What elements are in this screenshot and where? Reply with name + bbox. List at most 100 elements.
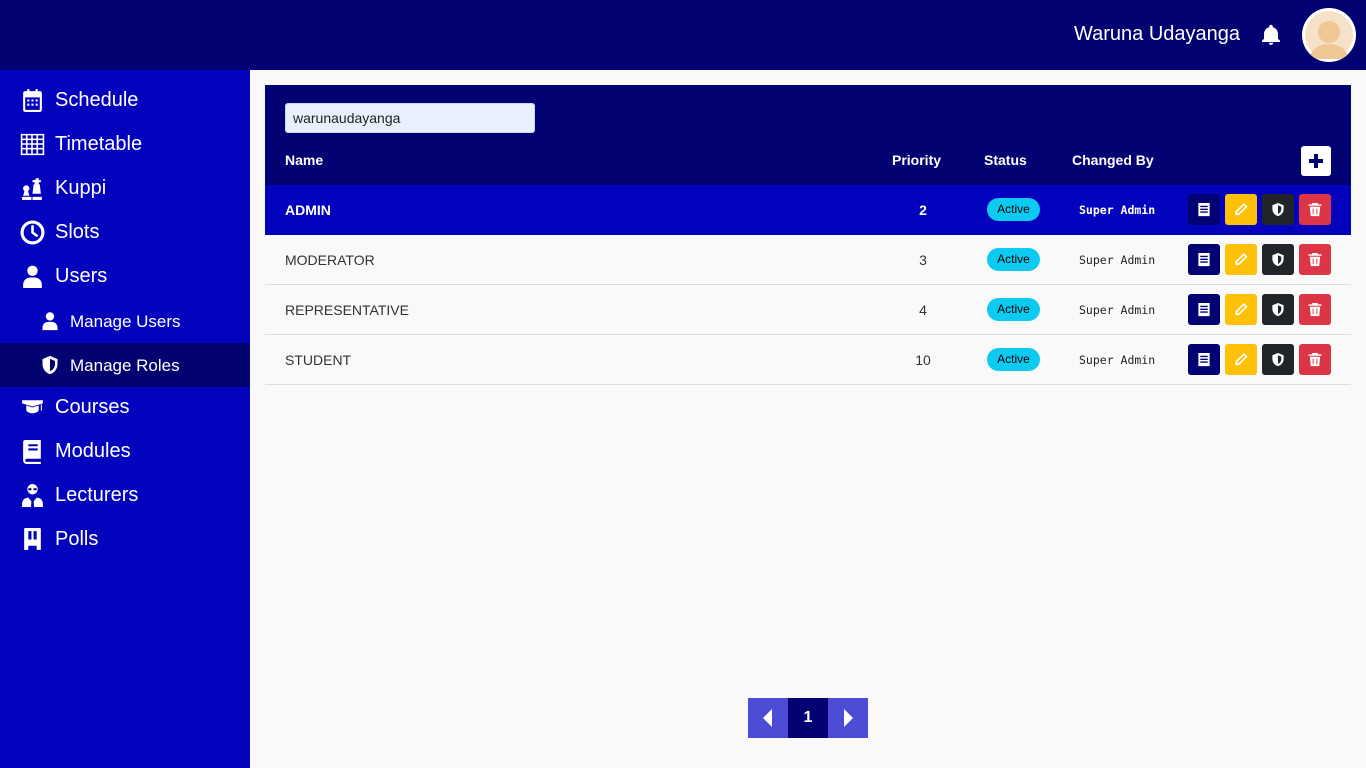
edit-button[interactable] xyxy=(1225,294,1257,325)
sidebar-item-courses[interactable]: Courses xyxy=(0,385,250,429)
changed-by: Super Admin xyxy=(1079,303,1156,317)
role-priority: 10 xyxy=(915,352,931,368)
user-icon xyxy=(42,312,58,331)
clock-icon xyxy=(20,220,45,245)
user-name[interactable]: Waruna Udayanga xyxy=(1074,23,1240,46)
sidebar-item-slots[interactable]: Slots xyxy=(0,210,250,254)
next-page-button[interactable] xyxy=(828,698,868,738)
permissions-button[interactable] xyxy=(1262,194,1294,225)
role-priority: 3 xyxy=(919,252,927,268)
sidebar-item-users[interactable]: Users xyxy=(0,254,250,298)
current-page-button[interactable]: 1 xyxy=(788,698,828,738)
view-icon xyxy=(1198,202,1210,217)
sidebar-item-label: Users xyxy=(55,265,108,287)
permissions-button[interactable] xyxy=(1262,344,1294,375)
edit-button[interactable] xyxy=(1225,244,1257,275)
graduation-cap-icon xyxy=(22,400,43,414)
shield-icon xyxy=(1272,302,1284,317)
caret-left-icon xyxy=(763,709,772,727)
avatar-image xyxy=(1305,11,1353,59)
chess-icon xyxy=(22,178,42,200)
sidebar: Schedule Timetable Kuppi Slots Users Man… xyxy=(0,70,250,768)
edit-button[interactable] xyxy=(1225,344,1257,375)
user-icon xyxy=(23,265,42,288)
poll-icon xyxy=(24,528,41,550)
sidebar-item-label: Timetable xyxy=(55,133,143,155)
role-name: MODERATOR xyxy=(285,252,375,268)
edit-icon xyxy=(1235,352,1248,366)
role-name: ADMIN xyxy=(285,202,331,218)
top-bar: Waruna Udayanga xyxy=(0,0,1366,70)
shield-icon xyxy=(1272,202,1284,217)
column-header-status[interactable]: Status xyxy=(984,152,1027,168)
sidebar-item-modules[interactable]: Modules xyxy=(0,429,250,473)
sidebar-item-label: Schedule xyxy=(55,89,139,111)
view-button[interactable] xyxy=(1188,344,1220,375)
table-header: Name Priority Status Changed By xyxy=(265,85,1351,185)
sidebar-item-timetable[interactable]: Timetable xyxy=(0,122,250,166)
permissions-button[interactable] xyxy=(1262,294,1294,325)
role-priority: 2 xyxy=(919,202,927,218)
sidebar-item-label: Lecturers xyxy=(55,484,139,506)
avatar[interactable] xyxy=(1302,8,1356,62)
table-row[interactable]: MODERATOR 3 Active Super Admin xyxy=(265,235,1351,285)
sidebar-item-label: Polls xyxy=(55,528,99,550)
lecturer-icon xyxy=(22,484,43,507)
status-badge: Active xyxy=(987,248,1040,271)
column-header-changed-by[interactable]: Changed By xyxy=(1072,152,1154,168)
sidebar-item-label: Manage Roles xyxy=(70,356,180,375)
edit-icon xyxy=(1235,252,1248,266)
status-badge: Active xyxy=(987,298,1040,321)
changed-by: Super Admin xyxy=(1079,253,1156,267)
delete-button[interactable] xyxy=(1299,294,1331,325)
table-row[interactable]: REPRESENTATIVE 4 Active Super Admin xyxy=(265,285,1351,335)
caret-right-icon xyxy=(844,709,853,727)
changed-by: Super Admin xyxy=(1079,203,1156,217)
changed-by: Super Admin xyxy=(1079,353,1156,367)
trash-icon xyxy=(1308,352,1322,367)
column-header-priority[interactable]: Priority xyxy=(892,152,941,168)
bell-icon[interactable] xyxy=(1259,23,1283,47)
column-header-name[interactable]: Name xyxy=(285,152,323,168)
sidebar-item-label: Manage Users xyxy=(70,312,181,331)
shield-icon xyxy=(42,355,58,375)
sidebar-item-label: Kuppi xyxy=(55,177,107,199)
view-icon xyxy=(1198,252,1210,267)
delete-button[interactable] xyxy=(1299,194,1331,225)
pagination: 1 xyxy=(748,698,868,738)
edit-icon xyxy=(1235,302,1248,316)
view-icon xyxy=(1198,302,1210,317)
edit-icon xyxy=(1235,202,1248,216)
sidebar-item-label: Slots xyxy=(55,221,100,243)
view-icon xyxy=(1198,352,1210,367)
role-name: STUDENT xyxy=(285,352,352,368)
sidebar-item-label: Courses xyxy=(55,396,130,418)
add-role-button[interactable] xyxy=(1301,146,1331,176)
permissions-button[interactable] xyxy=(1262,244,1294,275)
calendar-icon xyxy=(23,89,42,112)
view-button[interactable] xyxy=(1188,244,1220,275)
view-button[interactable] xyxy=(1188,294,1220,325)
table-row[interactable]: ADMIN 2 Active Super Admin xyxy=(265,185,1351,235)
trash-icon xyxy=(1308,202,1322,217)
delete-button[interactable] xyxy=(1299,344,1331,375)
sidebar-item-schedule[interactable]: Schedule xyxy=(0,78,250,122)
sidebar-item-lecturers[interactable]: Lecturers xyxy=(0,473,250,517)
shield-icon xyxy=(1272,352,1284,367)
edit-button[interactable] xyxy=(1225,194,1257,225)
shield-icon xyxy=(1272,252,1284,267)
trash-icon xyxy=(1308,252,1322,267)
sidebar-item-manage-roles[interactable]: Manage Roles xyxy=(0,343,250,387)
trash-icon xyxy=(1308,302,1322,317)
search-input[interactable] xyxy=(285,103,535,133)
status-badge: Active xyxy=(987,198,1040,221)
role-name: REPRESENTATIVE xyxy=(285,302,409,318)
previous-page-button[interactable] xyxy=(748,698,788,738)
delete-button[interactable] xyxy=(1299,244,1331,275)
table-row[interactable]: STUDENT 10 Active Super Admin xyxy=(265,335,1351,385)
sidebar-item-kuppi[interactable]: Kuppi xyxy=(0,166,250,210)
sidebar-item-manage-users[interactable]: Manage Users xyxy=(0,299,250,343)
view-button[interactable] xyxy=(1188,194,1220,225)
sidebar-item-polls[interactable]: Polls xyxy=(0,517,250,561)
status-badge: Active xyxy=(987,348,1040,371)
